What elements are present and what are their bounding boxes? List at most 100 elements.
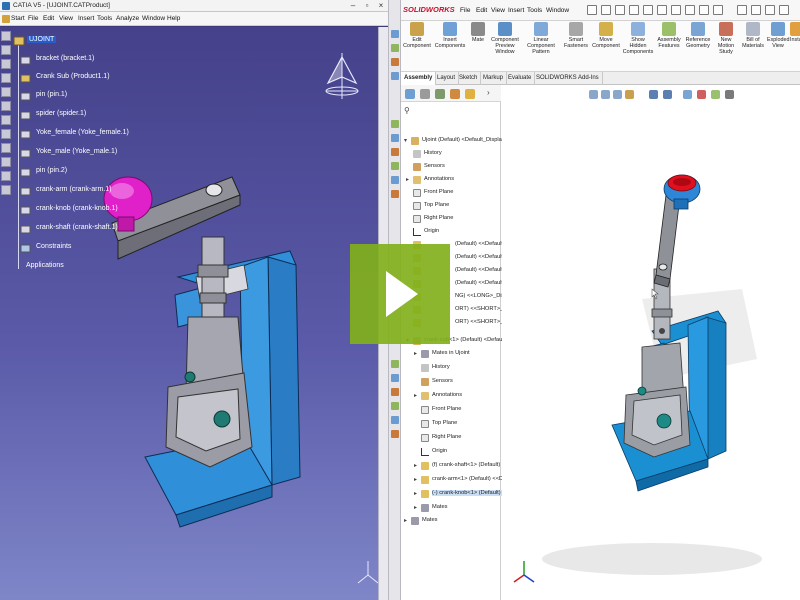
minimize-icon[interactable]: – xyxy=(346,0,360,12)
component-preview-button[interactable]: Component Preview Window xyxy=(490,22,520,55)
instant3d-button[interactable]: Instant3D xyxy=(790,22,800,43)
tool-icon[interactable] xyxy=(391,430,399,438)
tool-icon[interactable] xyxy=(1,185,11,195)
menu-window[interactable]: Window xyxy=(142,15,165,22)
scene-icon[interactable] xyxy=(711,90,720,99)
menu-help[interactable]: Help xyxy=(167,15,180,22)
chevron-right-icon[interactable]: › xyxy=(487,89,495,99)
configuration-manager-icon[interactable] xyxy=(435,89,445,99)
maximize-icon[interactable]: ▫ xyxy=(360,0,374,12)
undo-icon[interactable] xyxy=(657,5,667,15)
tool-icon[interactable] xyxy=(391,120,399,128)
dimxpert-icon[interactable] xyxy=(450,89,460,99)
tab-assembly[interactable]: Assembly xyxy=(401,72,437,85)
tool-icon[interactable] xyxy=(1,143,11,153)
help-icon[interactable] xyxy=(751,5,761,15)
close-icon[interactable]: × xyxy=(374,0,388,12)
tool-icon[interactable] xyxy=(1,45,11,55)
section-view-icon[interactable] xyxy=(625,90,634,99)
tool-icon[interactable] xyxy=(391,162,399,170)
tool-icon[interactable] xyxy=(391,176,399,184)
close-icon[interactable] xyxy=(779,5,789,15)
insert-components-button[interactable]: Insert Components xyxy=(434,22,466,49)
linear-pattern-button[interactable]: Linear Component Pattern xyxy=(521,22,561,55)
expand-icon[interactable]: ▸ xyxy=(406,176,409,183)
expand-icon[interactable]: ▸ xyxy=(414,490,417,497)
tool-icon[interactable] xyxy=(391,360,399,368)
tool-icon[interactable] xyxy=(391,388,399,396)
mate-button[interactable]: Mate xyxy=(467,22,489,43)
catia-3d-viewport[interactable]: UJOINT bracket (bracket.1) Crank Sub (Pr… xyxy=(0,27,388,600)
tool-icon[interactable] xyxy=(1,31,11,41)
previous-view-icon[interactable] xyxy=(613,90,622,99)
menu-insert[interactable]: Insert xyxy=(78,15,94,22)
zoom-area-icon[interactable] xyxy=(601,90,610,99)
reference-geometry-button[interactable]: Reference Geometry xyxy=(684,22,712,49)
menu-view[interactable]: View xyxy=(491,7,505,14)
show-hidden-button[interactable]: Show Hidden Components xyxy=(622,22,654,55)
tab-sketch[interactable]: Sketch xyxy=(456,72,482,85)
print-icon[interactable] xyxy=(643,5,653,15)
new-document-icon[interactable] xyxy=(601,5,611,15)
menu-window[interactable]: Window xyxy=(546,7,569,14)
options-icon[interactable] xyxy=(713,5,723,15)
menu-tools[interactable]: Tools xyxy=(97,15,112,22)
menu-edit[interactable]: Edit xyxy=(476,7,487,14)
filter-icon[interactable]: ⚲ xyxy=(404,106,410,115)
move-component-button[interactable]: Move Component xyxy=(591,22,621,49)
menu-analyze[interactable]: Analyze xyxy=(116,15,139,22)
tool-icon[interactable] xyxy=(391,134,399,142)
menu-file[interactable]: File xyxy=(460,7,470,14)
tool-icon[interactable] xyxy=(1,59,11,69)
tool-icon[interactable] xyxy=(391,72,399,80)
tool-icon[interactable] xyxy=(391,402,399,410)
assembly-features-button[interactable]: Assembly Features xyxy=(655,22,683,49)
video-play-button[interactable] xyxy=(350,244,450,344)
search-icon[interactable] xyxy=(737,5,747,15)
menu-edit[interactable]: Edit xyxy=(43,15,54,22)
tool-icon[interactable] xyxy=(391,44,399,52)
tab-evaluate[interactable]: Evaluate xyxy=(505,72,536,85)
menu-view[interactable]: View xyxy=(59,15,73,22)
collapse-icon[interactable]: ▾ xyxy=(404,137,407,144)
tab-addins[interactable]: SOLIDWORKS Add-Ins xyxy=(533,72,603,85)
tool-icon[interactable] xyxy=(1,115,11,125)
tool-icon[interactable] xyxy=(391,190,399,198)
tool-icon[interactable] xyxy=(1,171,11,181)
expand-icon[interactable]: ▸ xyxy=(414,392,417,399)
view-orientation-icon[interactable] xyxy=(649,90,658,99)
home-icon[interactable] xyxy=(587,5,597,15)
expand-icon[interactable]: ▸ xyxy=(414,476,417,483)
smart-fasteners-button[interactable]: Smart Fasteners xyxy=(562,22,590,49)
menu-tools[interactable]: Tools xyxy=(527,7,542,14)
tool-icon[interactable] xyxy=(391,148,399,156)
menu-start[interactable]: Start xyxy=(11,15,25,22)
expand-icon[interactable]: ▸ xyxy=(414,350,417,357)
select-icon[interactable] xyxy=(671,5,681,15)
display-style-icon[interactable] xyxy=(663,90,672,99)
save-icon[interactable] xyxy=(629,5,639,15)
tool-icon[interactable] xyxy=(1,73,11,83)
appearance-icon[interactable] xyxy=(697,90,706,99)
hide-show-icon[interactable] xyxy=(683,90,692,99)
property-manager-icon[interactable] xyxy=(420,89,430,99)
tool-icon[interactable] xyxy=(391,416,399,424)
tool-icon[interactable] xyxy=(391,374,399,382)
user-icon[interactable] xyxy=(765,5,775,15)
edit-component-button[interactable]: Edit Component xyxy=(402,22,432,49)
new-motion-study-button[interactable]: New Motion Study xyxy=(713,22,739,55)
start-icon[interactable] xyxy=(2,15,10,23)
view-settings-icon[interactable] xyxy=(725,90,734,99)
menu-insert[interactable]: Insert xyxy=(508,7,524,14)
open-icon[interactable] xyxy=(615,5,625,15)
menu-file[interactable]: File xyxy=(28,15,38,22)
feature-tree-icon[interactable] xyxy=(405,89,415,99)
bill-of-materials-button[interactable]: Bill of Materials xyxy=(740,22,766,49)
tab-markup[interactable]: Markup xyxy=(480,72,508,85)
tool-icon[interactable] xyxy=(1,157,11,167)
expand-icon[interactable]: ▸ xyxy=(404,517,407,524)
zoom-fit-icon[interactable] xyxy=(589,90,598,99)
display-manager-icon[interactable] xyxy=(465,89,475,99)
expand-icon[interactable]: ▸ xyxy=(414,504,417,511)
tool-icon[interactable] xyxy=(391,58,399,66)
